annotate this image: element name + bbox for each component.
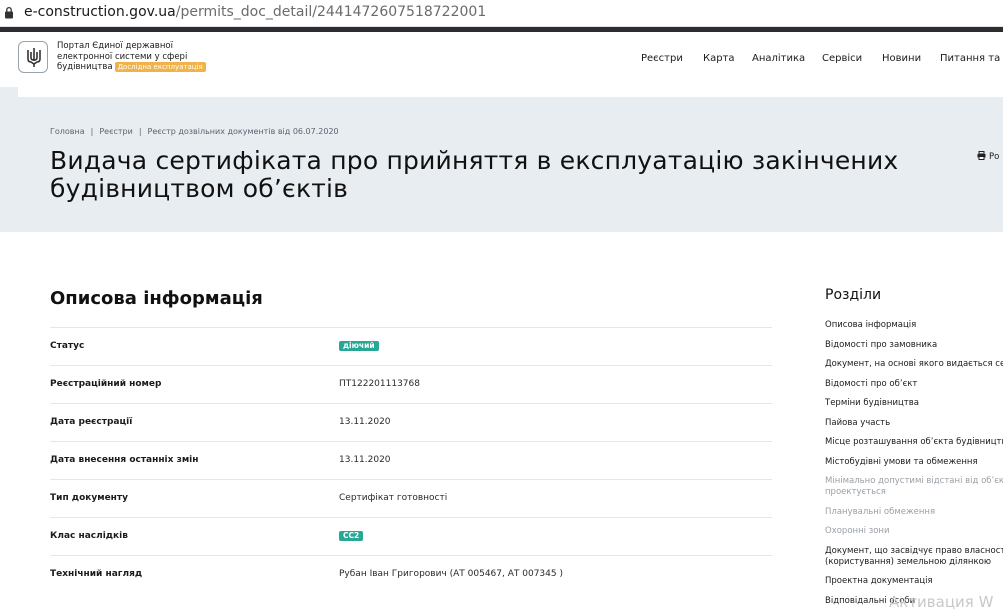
field-value: Сертифікат готовності bbox=[339, 493, 448, 503]
sidebar-section-link[interactable]: Мінімально допустимі відстані від об’єк bbox=[825, 476, 1003, 487]
sidebar-section-link[interactable]: Проектна документація bbox=[825, 576, 1003, 587]
field-value: 13.11.2020 bbox=[339, 455, 391, 465]
field-label: Тип документу bbox=[50, 493, 128, 503]
table-row: Технічний нагляд Рубан Іван Григорович (А… bbox=[50, 555, 772, 593]
portal-name-line1: Портал Єдиної державної bbox=[57, 41, 173, 51]
url-text[interactable]: e-construction.gov.ua/permits_doc_detail… bbox=[24, 4, 486, 20]
sidebar-section-link[interactable]: Документ, що засвідчує право власност bbox=[825, 546, 1003, 557]
table-row: Статус діючий bbox=[50, 327, 772, 365]
sidebar-section-link[interactable]: Планувальні обмеження bbox=[825, 507, 1003, 518]
field-value: ПТ122201113768 bbox=[339, 379, 420, 389]
nav-questions[interactable]: Питання та в bbox=[940, 53, 1003, 64]
url-host: e-construction.gov.ua bbox=[24, 4, 176, 20]
breadcrumb-separator: | bbox=[138, 127, 142, 136]
breadcrumb-separator: | bbox=[90, 127, 94, 136]
section-title: Описова інформація bbox=[50, 288, 263, 309]
portal-name-line2: електронної системи у сфері bbox=[57, 51, 188, 62]
windows-activation-watermark: Активация W bbox=[889, 593, 994, 610]
sidebar-section-link[interactable]: Містобудівні умови та обмеження bbox=[825, 457, 1003, 468]
sidebar-section-link[interactable]: Описова інформація bbox=[825, 320, 1003, 331]
field-label: Реєстраційний номер bbox=[50, 379, 162, 389]
table-row: Клас наслідків CC2 bbox=[50, 517, 772, 555]
field-value: діючий bbox=[339, 341, 379, 351]
field-label: Статус bbox=[50, 341, 85, 351]
print-button[interactable]: Ро bbox=[977, 151, 999, 162]
beta-badge: Дослідна експлуатація bbox=[114, 62, 206, 72]
table-row: Тип документу Сертифікат готовності bbox=[50, 479, 772, 517]
field-label: Дата внесення останніх змін bbox=[50, 455, 199, 465]
nav-news[interactable]: Новини bbox=[882, 53, 921, 64]
status-badge: CC2 bbox=[339, 531, 364, 541]
field-label: Дата реєстрації bbox=[50, 417, 133, 427]
nav-registers[interactable]: Реєстри bbox=[641, 53, 683, 64]
status-badge: діючий bbox=[339, 341, 379, 351]
field-value: 13.11.2020 bbox=[339, 417, 391, 427]
trident-logo[interactable] bbox=[18, 41, 48, 73]
field-label: Технічний нагляд bbox=[50, 569, 143, 579]
sidebar-section-link[interactable]: Пайова участь bbox=[825, 418, 1003, 429]
sidebar-section-link[interactable]: проектується bbox=[825, 487, 1003, 498]
breadcrumb-registers[interactable]: Реєстри bbox=[99, 127, 132, 136]
url-path: /permits_doc_detail/2441472607518722001 bbox=[175, 4, 487, 20]
lock-icon bbox=[5, 6, 13, 19]
sidebar-section-link[interactable]: Місце розташування об’єкта будівництв bbox=[825, 437, 1003, 448]
table-row: Дата внесення останніх змін 13.11.2020 bbox=[50, 441, 772, 479]
printer-icon bbox=[977, 151, 986, 160]
sidebar-section-link[interactable]: Відомості про об’єкт bbox=[825, 379, 1003, 390]
nav-analytics[interactable]: Аналітика bbox=[752, 53, 805, 64]
page-title: Видача сертифіката про прийняття в експл… bbox=[50, 146, 899, 203]
breadcrumb-current[interactable]: Реєстр дозвільних документів від 06.07.2… bbox=[148, 127, 339, 136]
info-table: Статус діючий Реєстраційний номер ПТ1222011… bbox=[50, 327, 772, 593]
print-label: Ро bbox=[989, 152, 1000, 162]
sidebar-section-link[interactable]: (користування) земельною ділянкою bbox=[825, 557, 1003, 568]
table-row: Реєстраційний номер ПТ122201113768 bbox=[50, 365, 772, 403]
browser-address-bar[interactable]: e-construction.gov.ua/permits_doc_detail… bbox=[0, 0, 1003, 27]
portal-name-line3: будівництва bbox=[57, 62, 113, 72]
field-value: CC2 bbox=[339, 531, 364, 541]
table-row: Дата реєстрації 13.11.2020 bbox=[50, 403, 772, 441]
sidebar-section-link[interactable]: Терміни будівництва bbox=[825, 398, 1003, 409]
portal-name[interactable]: Портал Єдиної державної електронної сист… bbox=[57, 41, 227, 73]
nav-services[interactable]: Сервіси bbox=[822, 53, 862, 64]
breadcrumb-home[interactable]: Головна bbox=[50, 127, 85, 136]
sidebar-section-link[interactable]: Документ, на основі якого видається се bbox=[825, 359, 1003, 370]
field-value: Рубан Іван Григорович (АТ 005467, АТ 007… bbox=[339, 569, 563, 579]
site-header: Портал Єдиної державної електронної сист… bbox=[0, 32, 1003, 87]
sidebar-section-link[interactable]: Охоронні зони bbox=[825, 526, 1003, 537]
trident-icon bbox=[27, 48, 41, 67]
sidebar-sections: Описова інформація Відомості про замовник… bbox=[825, 320, 1003, 610]
breadcrumb: Головна | Реєстри | Реєстр дозвільних докуме… bbox=[50, 127, 339, 136]
sidebar-title: Розділи bbox=[825, 287, 882, 303]
nav-map[interactable]: Карта bbox=[703, 53, 735, 64]
hero-top-strip bbox=[18, 87, 1003, 97]
page-hero: Головна | Реєстри | Реєстр дозвільних докуме… bbox=[0, 87, 1003, 232]
field-label: Клас наслідків bbox=[50, 531, 128, 541]
sidebar-section-link[interactable]: Відомості про замовника bbox=[825, 340, 1003, 351]
